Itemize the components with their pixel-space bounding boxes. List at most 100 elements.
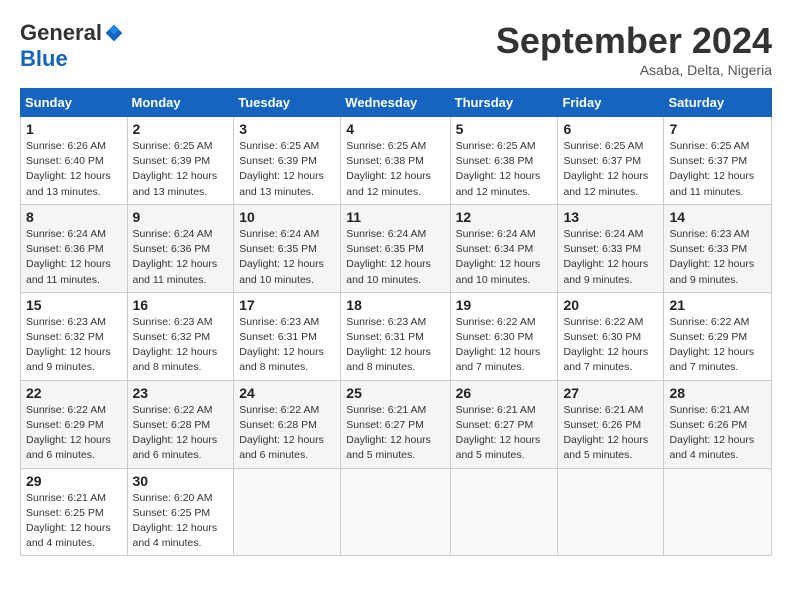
day-info: Sunrise: 6:21 AM Sunset: 6:26 PM Dayligh… xyxy=(563,403,658,464)
calendar-cell: 19 Sunrise: 6:22 AM Sunset: 6:30 PM Dayli… xyxy=(450,292,558,380)
day-info: Sunrise: 6:22 AM Sunset: 6:29 PM Dayligh… xyxy=(26,403,122,464)
header-thursday: Thursday xyxy=(450,89,558,117)
day-number: 22 xyxy=(26,385,122,401)
calendar-cell: 1Sunrise: 6:26 AM Sunset: 6:40 PM Daylig… xyxy=(21,117,128,205)
day-info: Sunrise: 6:21 AM Sunset: 6:25 PM Dayligh… xyxy=(26,491,122,552)
day-info: Sunrise: 6:21 AM Sunset: 6:27 PM Dayligh… xyxy=(346,403,444,464)
day-number: 30 xyxy=(133,473,229,489)
day-number: 15 xyxy=(26,297,122,313)
day-info: Sunrise: 6:22 AM Sunset: 6:30 PM Dayligh… xyxy=(456,315,553,376)
day-number: 19 xyxy=(456,297,553,313)
calendar-cell: 9 Sunrise: 6:24 AM Sunset: 6:36 PM Daylig… xyxy=(127,204,234,292)
day-number: 3 xyxy=(239,121,335,137)
calendar-cell: 8 Sunrise: 6:24 AM Sunset: 6:36 PM Daylig… xyxy=(21,204,128,292)
header-monday: Monday xyxy=(127,89,234,117)
day-number: 10 xyxy=(239,209,335,225)
calendar-cell: 17 Sunrise: 6:23 AM Sunset: 6:31 PM Dayli… xyxy=(234,292,341,380)
day-number: 11 xyxy=(346,209,444,225)
day-number: 17 xyxy=(239,297,335,313)
calendar-cell: 24 Sunrise: 6:22 AM Sunset: 6:28 PM Dayli… xyxy=(234,380,341,468)
day-info: Sunrise: 6:23 AM Sunset: 6:33 PM Dayligh… xyxy=(669,227,766,288)
calendar-cell: 20 Sunrise: 6:22 AM Sunset: 6:30 PM Dayli… xyxy=(558,292,664,380)
day-info: Sunrise: 6:23 AM Sunset: 6:31 PM Dayligh… xyxy=(239,315,335,376)
logo-blue-text: Blue xyxy=(20,46,68,72)
logo: General Blue xyxy=(20,20,124,72)
calendar-cell: 14 Sunrise: 6:23 AM Sunset: 6:33 PM Dayli… xyxy=(664,204,772,292)
day-info: Sunrise: 6:22 AM Sunset: 6:28 PM Dayligh… xyxy=(239,403,335,464)
calendar-cell xyxy=(558,468,664,556)
day-info: Sunrise: 6:22 AM Sunset: 6:30 PM Dayligh… xyxy=(563,315,658,376)
header-tuesday: Tuesday xyxy=(234,89,341,117)
logo-general-text: General xyxy=(20,20,102,46)
day-info: Sunrise: 6:24 AM Sunset: 6:35 PM Dayligh… xyxy=(346,227,444,288)
calendar-cell: 3Sunrise: 6:25 AM Sunset: 6:39 PM Daylig… xyxy=(234,117,341,205)
day-number: 7 xyxy=(669,121,766,137)
day-info: Sunrise: 6:24 AM Sunset: 6:36 PM Dayligh… xyxy=(26,227,122,288)
calendar-cell: 30Sunrise: 6:20 AM Sunset: 6:25 PM Dayli… xyxy=(127,468,234,556)
day-number: 9 xyxy=(133,209,229,225)
day-number: 2 xyxy=(133,121,229,137)
day-number: 5 xyxy=(456,121,553,137)
day-info: Sunrise: 6:25 AM Sunset: 6:37 PM Dayligh… xyxy=(563,139,658,200)
day-info: Sunrise: 6:25 AM Sunset: 6:39 PM Dayligh… xyxy=(133,139,229,200)
header-saturday: Saturday xyxy=(664,89,772,117)
calendar-row: 29 Sunrise: 6:21 AM Sunset: 6:25 PM Dayli… xyxy=(21,468,772,556)
header-friday: Friday xyxy=(558,89,664,117)
day-number: 20 xyxy=(563,297,658,313)
calendar-cell: 26 Sunrise: 6:21 AM Sunset: 6:27 PM Dayli… xyxy=(450,380,558,468)
calendar-cell: 15 Sunrise: 6:23 AM Sunset: 6:32 PM Dayli… xyxy=(21,292,128,380)
calendar-table: Sunday Monday Tuesday Wednesday Thursday… xyxy=(20,88,772,556)
calendar-cell xyxy=(341,468,450,556)
day-number: 25 xyxy=(346,385,444,401)
day-number: 29 xyxy=(26,473,122,489)
calendar-cell: 22 Sunrise: 6:22 AM Sunset: 6:29 PM Dayli… xyxy=(21,380,128,468)
weekday-header-row: Sunday Monday Tuesday Wednesday Thursday… xyxy=(21,89,772,117)
header-sunday: Sunday xyxy=(21,89,128,117)
day-number: 23 xyxy=(133,385,229,401)
day-info: Sunrise: 6:25 AM Sunset: 6:37 PM Dayligh… xyxy=(669,139,766,200)
calendar-row: 8 Sunrise: 6:24 AM Sunset: 6:36 PM Daylig… xyxy=(21,204,772,292)
day-info: Sunrise: 6:22 AM Sunset: 6:28 PM Dayligh… xyxy=(133,403,229,464)
calendar-cell: 4 Sunrise: 6:25 AM Sunset: 6:38 PM Daylig… xyxy=(341,117,450,205)
page-header: General Blue September 2024 Asaba, Delta… xyxy=(20,20,772,78)
day-number: 26 xyxy=(456,385,553,401)
day-number: 24 xyxy=(239,385,335,401)
day-info: Sunrise: 6:21 AM Sunset: 6:26 PM Dayligh… xyxy=(669,403,766,464)
day-number: 16 xyxy=(133,297,229,313)
calendar-cell: 13Sunrise: 6:24 AM Sunset: 6:33 PM Dayli… xyxy=(558,204,664,292)
day-number: 28 xyxy=(669,385,766,401)
day-number: 12 xyxy=(456,209,553,225)
day-info: Sunrise: 6:25 AM Sunset: 6:38 PM Dayligh… xyxy=(456,139,553,200)
logo-icon xyxy=(104,23,124,43)
calendar-cell: 7 Sunrise: 6:25 AM Sunset: 6:37 PM Daylig… xyxy=(664,117,772,205)
calendar-row: 22 Sunrise: 6:22 AM Sunset: 6:29 PM Dayli… xyxy=(21,380,772,468)
calendar-cell: 28 Sunrise: 6:21 AM Sunset: 6:26 PM Dayli… xyxy=(664,380,772,468)
month-title: September 2024 xyxy=(496,20,772,62)
calendar-cell: 11 Sunrise: 6:24 AM Sunset: 6:35 PM Dayli… xyxy=(341,204,450,292)
day-info: Sunrise: 6:23 AM Sunset: 6:31 PM Dayligh… xyxy=(346,315,444,376)
calendar-cell: 12 Sunrise: 6:24 AM Sunset: 6:34 PM Dayli… xyxy=(450,204,558,292)
title-section: September 2024 Asaba, Delta, Nigeria xyxy=(496,20,772,78)
day-info: Sunrise: 6:23 AM Sunset: 6:32 PM Dayligh… xyxy=(133,315,229,376)
day-number: 18 xyxy=(346,297,444,313)
day-number: 8 xyxy=(26,209,122,225)
calendar-row: 1Sunrise: 6:26 AM Sunset: 6:40 PM Daylig… xyxy=(21,117,772,205)
day-info: Sunrise: 6:21 AM Sunset: 6:27 PM Dayligh… xyxy=(456,403,553,464)
day-info: Sunrise: 6:23 AM Sunset: 6:32 PM Dayligh… xyxy=(26,315,122,376)
calendar-cell: 10 Sunrise: 6:24 AM Sunset: 6:35 PM Dayli… xyxy=(234,204,341,292)
day-info: Sunrise: 6:26 AM Sunset: 6:40 PM Dayligh… xyxy=(26,139,122,200)
calendar-cell: 18 Sunrise: 6:23 AM Sunset: 6:31 PM Dayli… xyxy=(341,292,450,380)
calendar-cell: 23 Sunrise: 6:22 AM Sunset: 6:28 PM Dayli… xyxy=(127,380,234,468)
calendar-cell: 27Sunrise: 6:21 AM Sunset: 6:26 PM Dayli… xyxy=(558,380,664,468)
day-info: Sunrise: 6:24 AM Sunset: 6:35 PM Dayligh… xyxy=(239,227,335,288)
day-info: Sunrise: 6:22 AM Sunset: 6:29 PM Dayligh… xyxy=(669,315,766,376)
day-info: Sunrise: 6:24 AM Sunset: 6:34 PM Dayligh… xyxy=(456,227,553,288)
day-number: 14 xyxy=(669,209,766,225)
day-info: Sunrise: 6:24 AM Sunset: 6:33 PM Dayligh… xyxy=(563,227,658,288)
calendar-cell: 21Sunrise: 6:22 AM Sunset: 6:29 PM Dayli… xyxy=(664,292,772,380)
calendar-cell: 29 Sunrise: 6:21 AM Sunset: 6:25 PM Dayli… xyxy=(21,468,128,556)
day-info: Sunrise: 6:24 AM Sunset: 6:36 PM Dayligh… xyxy=(133,227,229,288)
day-number: 4 xyxy=(346,121,444,137)
day-info: Sunrise: 6:25 AM Sunset: 6:38 PM Dayligh… xyxy=(346,139,444,200)
calendar-cell: 6Sunrise: 6:25 AM Sunset: 6:37 PM Daylig… xyxy=(558,117,664,205)
